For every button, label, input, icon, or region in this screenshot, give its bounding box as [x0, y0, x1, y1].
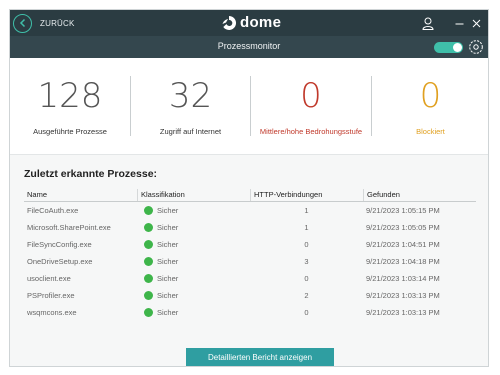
stat-label: Blockiert	[416, 127, 445, 136]
stat-internet: 32 Zugriff auf Internet	[131, 58, 250, 155]
cell-name: FileCoAuth.exe	[27, 206, 79, 215]
cell-http: 2	[304, 291, 309, 300]
status-label: Sicher	[157, 291, 179, 300]
stat-blocked: 0 Blockiert	[372, 58, 488, 155]
cell-classification: Sicher	[137, 240, 250, 249]
close-icon	[472, 19, 480, 27]
cell-http: 3	[304, 257, 309, 266]
page-title: Prozessmonitor	[217, 41, 281, 51]
cell-found: 9/21/2023 1:03:13 PM	[366, 308, 440, 317]
cell-found: 9/21/2023 1:04:51 PM	[366, 240, 440, 249]
status-label: Sicher	[157, 308, 179, 317]
user-button[interactable]	[420, 13, 436, 33]
gear-icon	[469, 40, 483, 54]
stat-value: 0	[300, 76, 322, 116]
status-safe-icon	[144, 257, 153, 266]
cell-classification: Sicher	[137, 291, 250, 300]
status-safe-icon	[144, 291, 153, 300]
stat-label: Zugriff auf Internet	[159, 127, 222, 136]
column-header-classification[interactable]: Klassifikation	[137, 189, 250, 201]
table-header: Name Klassifikation HTTP-Verbindungen Ge…	[24, 189, 476, 202]
status-label: Sicher	[157, 274, 179, 283]
column-header-name[interactable]: Name	[24, 189, 137, 201]
minimize-icon	[455, 23, 463, 24]
cell-classification: Sicher	[137, 308, 250, 317]
status-safe-icon	[144, 274, 153, 283]
user-icon	[422, 17, 434, 30]
status-safe-icon	[144, 223, 153, 232]
cell-name: PSProfiler.exe	[27, 291, 75, 300]
table-row[interactable]: PSProfiler.exe Sicher 2 9/21/2023 1:03:1…	[24, 287, 476, 304]
stat-threat-level: 0 Mittlere/hohe Bedrohungsstufe	[251, 58, 371, 155]
process-table: Name Klassifikation HTTP-Verbindungen Ge…	[24, 189, 476, 321]
table-row[interactable]: FileSyncConfig.exe Sicher 0 9/21/2023 1:…	[24, 236, 476, 253]
stat-processes: 128 Ausgeführte Prozesse	[10, 58, 130, 155]
column-header-http[interactable]: HTTP-Verbindungen	[250, 189, 363, 201]
cell-found: 9/21/2023 1:05:15 PM	[366, 206, 440, 215]
cell-http: 0	[304, 274, 309, 283]
cell-http: 1	[304, 223, 309, 232]
cell-name: FileSyncConfig.exe	[27, 240, 92, 249]
status-label: Sicher	[157, 206, 179, 215]
close-button[interactable]	[470, 13, 482, 33]
title-bar: ZURÜCK dome	[10, 10, 488, 36]
status-safe-icon	[144, 240, 153, 249]
cell-found: 9/21/2023 1:03:13 PM	[366, 291, 440, 300]
back-label: ZURÜCK	[40, 18, 75, 28]
table-row[interactable]: Microsoft.SharePoint.exe Sicher 1 9/21/2…	[24, 219, 476, 236]
cell-found: 9/21/2023 1:03:14 PM	[366, 274, 440, 283]
cell-classification: Sicher	[137, 257, 250, 266]
toggle-knob	[453, 43, 462, 52]
status-label: Sicher	[157, 223, 179, 232]
recent-processes-section: Zuletzt erkannte Prozesse: Name Klassifi…	[10, 155, 488, 366]
table-row[interactable]: wsqmcons.exe Sicher 0 9/21/2023 1:03:13 …	[24, 304, 476, 321]
cell-name: OneDriveSetup.exe	[27, 257, 93, 266]
arrow-left-circle-icon	[13, 13, 32, 33]
table-row[interactable]: FileCoAuth.exe Sicher 1 9/21/2023 1:05:1…	[24, 202, 476, 219]
cell-classification: Sicher	[137, 223, 250, 232]
stats-panel: 128 Ausgeführte Prozesse 32 Zugriff auf …	[10, 58, 488, 155]
process-monitor-toggle[interactable]	[434, 42, 463, 53]
cell-name: wsqmcons.exe	[27, 308, 77, 317]
cell-http: 0	[304, 308, 309, 317]
cell-name: Microsoft.SharePoint.exe	[27, 223, 111, 232]
stat-label: Ausgeführte Prozesse	[33, 127, 107, 136]
stat-value: 0	[419, 76, 442, 116]
detailed-report-button[interactable]: Detaillierten Bericht anzeigen	[186, 348, 334, 366]
minimize-button[interactable]	[453, 13, 465, 33]
status-label: Sicher	[157, 240, 179, 249]
app-window: ZURÜCK dome Prozessmonitor 128 Ausgeführ…	[9, 9, 489, 367]
stat-value: 128	[37, 76, 103, 116]
back-button[interactable]: ZURÜCK	[13, 13, 75, 33]
settings-button[interactable]	[468, 39, 484, 60]
status-safe-icon	[144, 206, 153, 215]
status-label: Sicher	[157, 257, 179, 266]
stat-label: Mittlere/hohe Bedrohungsstufe	[259, 127, 363, 136]
brand-name: dome	[240, 14, 282, 31]
sub-header: Prozessmonitor	[10, 36, 488, 58]
cell-classification: Sicher	[137, 206, 250, 215]
cell-found: 9/21/2023 1:05:05 PM	[366, 223, 440, 232]
stat-value: 32	[168, 76, 213, 116]
cell-http: 1	[304, 206, 309, 215]
status-safe-icon	[144, 308, 153, 317]
table-row[interactable]: usoclient.exe Sicher 0 9/21/2023 1:03:14…	[24, 270, 476, 287]
section-title: Zuletzt erkannte Prozesse:	[24, 168, 158, 180]
cell-found: 9/21/2023 1:04:18 PM	[366, 257, 440, 266]
table-row[interactable]: OneDriveSetup.exe Sicher 3 9/21/2023 1:0…	[24, 253, 476, 270]
column-header-found[interactable]: Gefunden	[363, 189, 476, 201]
dome-logo-icon	[222, 15, 237, 30]
cell-name: usoclient.exe	[27, 274, 71, 283]
cell-http: 0	[304, 240, 309, 249]
brand-logo: dome	[221, 14, 281, 31]
cell-classification: Sicher	[137, 274, 250, 283]
